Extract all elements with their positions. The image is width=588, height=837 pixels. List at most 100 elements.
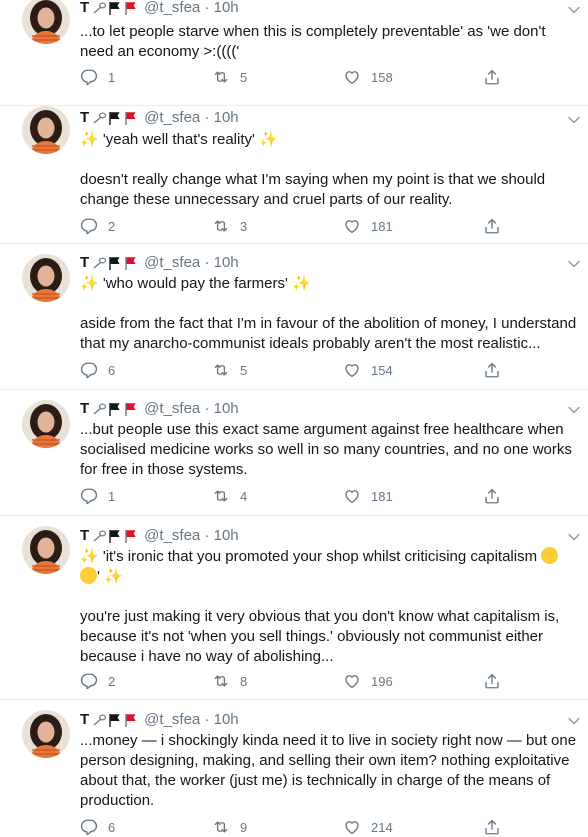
timestamp[interactable]: · 10h xyxy=(204,526,238,546)
user-handle[interactable]: @t_sfea xyxy=(144,0,200,18)
chevron-down-icon[interactable] xyxy=(566,112,582,128)
retweet-count: 5 xyxy=(240,362,248,378)
retweet-button[interactable]: 5 xyxy=(212,360,247,380)
share-button[interactable] xyxy=(483,216,501,236)
reply-icon xyxy=(80,487,98,505)
sparkles-icon: ✨ xyxy=(80,131,99,148)
heart-icon xyxy=(343,672,361,690)
reply-icon xyxy=(80,672,98,690)
user-handle[interactable]: @t_sfea xyxy=(144,710,200,730)
tweet-header: T @t_sfea · 10h xyxy=(80,108,239,128)
like-count: 181 xyxy=(371,488,393,504)
heart-icon xyxy=(343,217,361,235)
like-button[interactable]: 181 xyxy=(343,216,393,236)
retweet-icon xyxy=(212,217,230,235)
timestamp[interactable]: · 10h xyxy=(204,399,238,419)
chevron-down-icon[interactable] xyxy=(566,529,582,545)
retweet-icon xyxy=(212,487,230,505)
retweet-button[interactable]: 8 xyxy=(212,671,247,691)
sparkles-icon: ✨ xyxy=(80,548,99,565)
heart-icon xyxy=(343,487,361,505)
chevron-down-icon[interactable] xyxy=(566,402,582,418)
tweet-header: T @t_sfea · 10h xyxy=(80,253,239,273)
chevron-down-icon[interactable] xyxy=(566,2,582,18)
display-name[interactable]: T xyxy=(80,399,89,419)
display-name[interactable]: T xyxy=(80,710,89,730)
tweet[interactable]: T @t_sfea · 10h ✨ 'who would pay the far… xyxy=(0,244,588,390)
retweet-icon xyxy=(212,672,230,690)
share-button[interactable] xyxy=(483,486,501,506)
reply-count: 1 xyxy=(108,69,116,85)
avatar[interactable] xyxy=(22,254,70,302)
chevron-down-icon[interactable] xyxy=(566,713,582,729)
retweet-button[interactable]: 9 xyxy=(212,817,247,837)
share-button[interactable] xyxy=(483,817,501,837)
retweet-icon xyxy=(212,68,230,86)
retweet-count: 9 xyxy=(240,819,248,835)
display-name[interactable]: T xyxy=(80,108,89,128)
timestamp[interactable]: · 10h xyxy=(204,108,238,128)
avatar[interactable] xyxy=(22,710,70,758)
like-count: 181 xyxy=(371,218,393,234)
reply-button[interactable]: 2 xyxy=(80,216,115,236)
tweet[interactable]: T @t_sfea · 10h ...to let people starve … xyxy=(0,0,588,106)
user-handle[interactable]: @t_sfea xyxy=(144,526,200,546)
sparkles-icon: ✨ xyxy=(259,131,278,148)
heart-icon xyxy=(343,361,361,379)
reply-button[interactable]: 6 xyxy=(80,360,115,380)
tweet[interactable]: T @t_sfea · 10h ✨ 'yeah well that's real… xyxy=(0,106,588,244)
like-count: 154 xyxy=(371,362,393,378)
reply-count: 6 xyxy=(108,819,116,835)
tweet-header: T @t_sfea · 10h xyxy=(80,710,239,730)
retweet-count: 5 xyxy=(240,69,248,85)
reply-icon xyxy=(80,818,98,836)
display-name[interactable]: T xyxy=(80,0,89,18)
tweet-header: T @t_sfea · 10h xyxy=(80,0,239,18)
share-button[interactable] xyxy=(483,671,501,691)
tweet-actions: 1 4 181 xyxy=(80,486,510,506)
timestamp[interactable]: · 10h xyxy=(204,710,238,730)
share-icon xyxy=(483,68,501,86)
retweet-button[interactable]: 5 xyxy=(212,67,247,87)
reply-button[interactable]: 1 xyxy=(80,486,115,506)
share-button[interactable] xyxy=(483,67,501,87)
like-button[interactable]: 154 xyxy=(343,360,393,380)
retweet-icon xyxy=(212,818,230,836)
retweet-button[interactable]: 3 xyxy=(212,216,247,236)
like-count: 158 xyxy=(371,69,393,85)
display-name[interactable]: T xyxy=(80,526,89,546)
share-icon xyxy=(483,818,501,836)
avatar[interactable] xyxy=(22,400,70,448)
retweet-count: 4 xyxy=(240,488,248,504)
tweet[interactable]: T @t_sfea · 10h ...money — i shockingly … xyxy=(0,700,588,836)
retweet-button[interactable]: 4 xyxy=(212,486,247,506)
timestamp[interactable]: · 10h xyxy=(204,253,238,273)
timestamp[interactable]: · 10h xyxy=(204,0,238,18)
like-button[interactable]: 214 xyxy=(343,817,393,837)
user-handle[interactable]: @t_sfea xyxy=(144,253,200,273)
tweet-text: ...money — i shockingly kinda need it to… xyxy=(80,732,577,809)
avatar[interactable] xyxy=(22,526,70,574)
user-handle[interactable]: @t_sfea xyxy=(144,108,200,128)
avatar[interactable] xyxy=(22,106,70,154)
user-handle[interactable]: @t_sfea xyxy=(144,399,200,419)
reply-button[interactable]: 6 xyxy=(80,817,115,837)
reply-button[interactable]: 1 xyxy=(80,67,115,87)
reply-button[interactable]: 2 xyxy=(80,671,115,691)
sparkles-icon: ✨ xyxy=(104,568,123,585)
zany-face-icon xyxy=(80,567,97,584)
display-name[interactable]: T xyxy=(80,253,89,273)
share-button[interactable] xyxy=(483,360,501,380)
avatar[interactable] xyxy=(22,0,70,44)
flag-emoji-icons xyxy=(92,0,138,16)
chevron-down-icon[interactable] xyxy=(566,256,582,272)
tweet[interactable]: T @t_sfea · 10h ✨ 'it's ironic that you … xyxy=(0,516,588,700)
like-button[interactable]: 181 xyxy=(343,486,393,506)
tweet-actions: 2 8 196 xyxy=(80,671,510,691)
tweet-text: ✨ 'it's ironic that you promoted your sh… xyxy=(80,547,560,665)
zany-face-icon xyxy=(541,547,559,564)
like-button[interactable]: 196 xyxy=(343,671,393,691)
tweet[interactable]: T @t_sfea · 10h ...but people use this e… xyxy=(0,390,588,516)
tweet-header: T @t_sfea · 10h xyxy=(80,526,239,546)
like-button[interactable]: 158 xyxy=(343,67,393,87)
